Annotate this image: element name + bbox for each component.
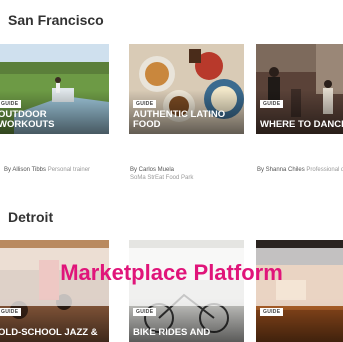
card-title: WHERE TO DANCE <box>260 119 343 130</box>
author-role: Professional dancer <box>306 167 343 173</box>
author-role: SoMa StrEat Food Park <box>130 175 194 181</box>
section-title-san-francisco: San Francisco <box>8 12 104 28</box>
card-byline: By Allison Tibbs Personal trainer <box>4 166 90 174</box>
guide-card-outdoor-workouts[interactable]: GUIDE OUTDOOR WORKOUTS <box>0 44 109 134</box>
guide-badge: GUIDE <box>260 308 284 316</box>
author-name: By Carlos Muela <box>130 167 175 173</box>
guide-badge: GUIDE <box>0 308 22 316</box>
section-title-detroit: Detroit <box>8 209 54 225</box>
author-role: Personal trainer <box>47 167 91 173</box>
card-title: OUTDOOR WORKOUTS <box>0 109 55 130</box>
guide-badge: GUIDE <box>260 100 284 108</box>
card-byline: By Carlos Muela SoMa StrEat Food Park <box>130 166 193 182</box>
author-name: By Allison Tibbs <box>4 167 47 173</box>
guide-badge: GUIDE <box>133 308 157 316</box>
guide-card-authentic-latino-food[interactable]: GUIDE AUTHENTIC LATINO FOOD <box>129 44 244 134</box>
card-title: AUTHENTIC LATINO FOOD <box>133 109 226 130</box>
guide-card-where-to-dance[interactable]: GUIDE WHERE TO DANCE <box>256 44 343 134</box>
overlay-label: Marketplace Platform <box>60 260 283 285</box>
card-byline: By Shanna Chiles Professional dancer <box>257 166 343 174</box>
guide-badge: GUIDE <box>0 100 22 108</box>
card-title: BIKE RIDES AND <box>133 327 211 338</box>
page: San Francisco GUIDE OUTDOOR WORKOUTS By … <box>0 0 343 342</box>
author-name: By Shanna Chiles <box>257 167 305 173</box>
card-title: OLD-SCHOOL JAZZ & <box>0 327 98 338</box>
guide-badge: GUIDE <box>133 100 157 108</box>
